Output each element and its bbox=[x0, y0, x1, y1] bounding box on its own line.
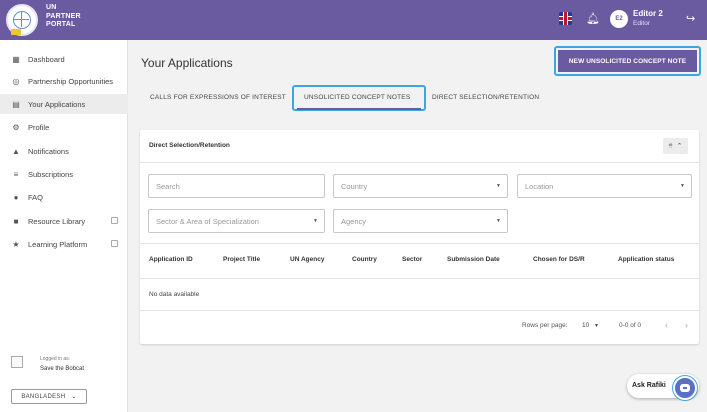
sidebar-item-label: Notifications bbox=[28, 146, 69, 156]
page-title: Your Applications bbox=[141, 56, 233, 70]
sidebar-item-label: Profile bbox=[28, 122, 50, 132]
sidebar-item-label: Your Applications bbox=[28, 99, 86, 109]
pagination-range: 0-0 of 0 bbox=[619, 322, 642, 329]
dropdown-arrow-icon: ▼ bbox=[496, 183, 501, 189]
chevron-up-icon: ⌃ bbox=[676, 143, 683, 150]
column-header-project-title[interactable]: Project Title bbox=[223, 256, 260, 263]
sidebar-item-label: Dashboard bbox=[28, 54, 65, 64]
column-header-country[interactable]: Country bbox=[352, 256, 377, 263]
divider bbox=[140, 278, 699, 279]
logo-badge bbox=[11, 29, 21, 35]
country-label: BANGLADESH bbox=[21, 393, 66, 400]
sidebar-item-partnership-opportunities[interactable]: ◎ Partnership Opportunities bbox=[0, 71, 128, 91]
document-icon: ▤ bbox=[12, 99, 20, 109]
divider bbox=[140, 243, 699, 244]
brand-line1: UN bbox=[46, 4, 57, 11]
user-name[interactable]: Editor 2 bbox=[633, 9, 663, 19]
dashboard-icon: ▦ bbox=[12, 54, 20, 64]
tab-direct-selection-retention[interactable]: DIRECT SELECTION/RETENTION bbox=[432, 94, 539, 101]
filter-icon: ⩷ bbox=[668, 142, 673, 149]
external-link-icon bbox=[111, 217, 118, 224]
filter-toggle-button[interactable]: ⩷ ⌃ bbox=[663, 138, 688, 154]
country-select[interactable]: Country ▼ bbox=[333, 174, 508, 198]
tab-calls-for-expressions-of-interest[interactable]: CALLS FOR EXPRESSIONS OF INTEREST bbox=[150, 94, 286, 101]
book-icon: ■ bbox=[13, 216, 19, 226]
location-placeholder: Location bbox=[525, 181, 554, 191]
uk-flag-icon[interactable] bbox=[559, 12, 572, 25]
un-logo-icon[interactable] bbox=[6, 4, 38, 36]
ask-rafiki-label: Ask Rafiki bbox=[632, 382, 666, 389]
column-header-un-agency[interactable]: UN Agency bbox=[290, 256, 324, 263]
logged-in-organization: Save the Bobcat bbox=[40, 366, 85, 372]
dropdown-arrow-icon: ▼ bbox=[594, 323, 599, 329]
external-link-icon bbox=[111, 240, 118, 247]
column-header-submission-date[interactable]: Submission Date bbox=[447, 256, 500, 263]
rows-per-page-label: Rows per page: bbox=[522, 322, 568, 329]
sidebar-item-label: Resource Library bbox=[28, 216, 86, 226]
rss-icon: ≡ bbox=[13, 169, 19, 179]
sector-placeholder: Sector & Area of Specialization bbox=[156, 216, 259, 226]
location-select[interactable]: Location ▼ bbox=[517, 174, 692, 198]
dropdown-arrow-icon: ▼ bbox=[496, 218, 501, 224]
column-header-sector[interactable]: Sector bbox=[402, 256, 422, 263]
brand-name[interactable]: UN PARTNER PORTAL bbox=[46, 4, 81, 30]
bell-icon[interactable]: 🔔︎ bbox=[586, 12, 600, 25]
sidebar-item-label: Partnership Opportunities bbox=[28, 76, 114, 86]
dropdown-arrow-icon: ▼ bbox=[680, 183, 685, 189]
sidebar-item-your-applications[interactable]: ▤ Your Applications bbox=[0, 94, 128, 114]
search-placeholder: Search bbox=[156, 181, 180, 191]
agency-placeholder: Agency bbox=[341, 216, 367, 226]
search-input[interactable]: Search bbox=[148, 174, 325, 198]
globe-emblem bbox=[13, 11, 31, 29]
new-unsolicited-concept-note-button[interactable]: NEW UNSOLICITED CONCEPT NOTE bbox=[558, 50, 697, 72]
rows-per-page-value: 10 bbox=[582, 322, 590, 329]
country-selector-button[interactable]: BANGLADESH ⌄ bbox=[11, 389, 87, 404]
active-tab-indicator bbox=[297, 108, 421, 110]
rows-per-page-select[interactable]: 10 ▼ bbox=[582, 322, 599, 329]
brand-line3: PORTAL bbox=[46, 21, 76, 28]
chevron-left-icon[interactable]: ‹ bbox=[665, 320, 668, 330]
sidebar-item-label: FAQ bbox=[28, 192, 44, 202]
gear-icon: ⚙ bbox=[12, 122, 20, 132]
organization-logo bbox=[11, 356, 23, 368]
logged-in-label: Logged in as: bbox=[40, 356, 71, 362]
brand-line2: PARTNER bbox=[46, 12, 81, 20]
sidebar-item-dashboard[interactable]: ▦ Dashboard bbox=[0, 49, 128, 69]
sidebar-item-resource-library[interactable]: ■ Resource Library bbox=[0, 211, 128, 231]
column-header-application-id[interactable]: Application ID bbox=[149, 256, 193, 263]
top-header: UN PARTNER PORTAL 🔔︎ E2 Editor 2 Editor … bbox=[0, 0, 707, 40]
chevron-down-icon: ⌄ bbox=[71, 394, 77, 400]
agency-select[interactable]: Agency ▼ bbox=[333, 209, 508, 233]
sidebar-item-notifications[interactable]: ▲ Notifications bbox=[0, 141, 128, 161]
tab-unsolicited-concept-notes[interactable]: UNSOLICITED CONCEPT NOTES bbox=[304, 94, 410, 101]
new-unsolicited-concept-note-button-highlight: NEW UNSOLICITED CONCEPT NOTE bbox=[554, 46, 701, 76]
sidebar-item-learning-platform[interactable]: ★ Learning Platform bbox=[0, 234, 128, 254]
divider bbox=[140, 310, 699, 311]
help-icon: ● bbox=[13, 192, 19, 202]
empty-state-text: No data available bbox=[149, 291, 200, 298]
globe-icon: ◎ bbox=[12, 76, 20, 86]
applications-card: Direct Selection/Retention ⩷ ⌃ Search Co… bbox=[140, 130, 699, 344]
dropdown-arrow-icon: ▼ bbox=[313, 218, 318, 224]
logout-icon[interactable]: ↪ bbox=[686, 12, 695, 25]
column-header-application-status[interactable]: Application status bbox=[618, 256, 674, 263]
sidebar-item-label: Learning Platform bbox=[28, 239, 88, 249]
sector-select[interactable]: Sector & Area of Specialization ▼ bbox=[148, 209, 325, 233]
card-title: Direct Selection/Retention bbox=[149, 142, 230, 149]
country-placeholder: Country bbox=[341, 181, 368, 191]
sidebar-item-subscriptions[interactable]: ≡ Subscriptions bbox=[0, 164, 128, 184]
sidebar-item-profile[interactable]: ⚙ Profile bbox=[0, 117, 128, 137]
bell-icon: ▲ bbox=[12, 146, 20, 156]
sidebar-item-label: Subscriptions bbox=[28, 169, 74, 179]
chevron-right-icon[interactable]: › bbox=[685, 320, 688, 330]
star-icon: ★ bbox=[12, 239, 20, 249]
divider bbox=[140, 162, 699, 163]
chatbot-icon[interactable] bbox=[673, 376, 697, 400]
user-role: Editor bbox=[633, 20, 650, 27]
column-header-chosen-for-dsr[interactable]: Chosen for DS/R bbox=[533, 256, 585, 263]
sidebar-item-faq[interactable]: ● FAQ bbox=[0, 187, 128, 207]
avatar[interactable]: E2 bbox=[610, 10, 628, 28]
